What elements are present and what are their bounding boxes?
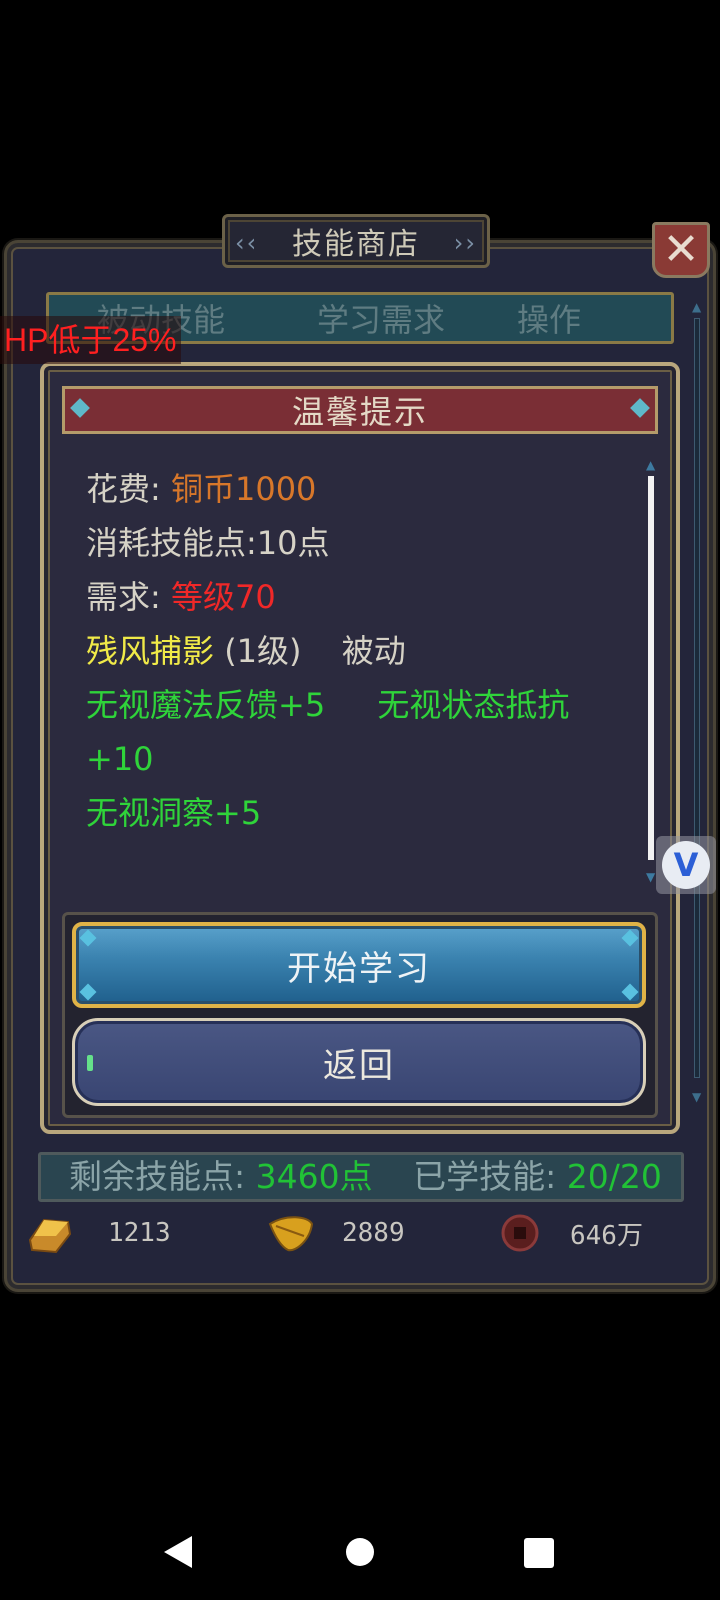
learned-skills-label: 已学技能: <box>413 1157 557 1196</box>
diamond-icon <box>630 398 650 418</box>
scroll-up-icon: ▲ <box>692 300 702 314</box>
skill-type: 被动 <box>341 632 406 670</box>
back-button[interactable]: 返回 <box>72 1018 646 1106</box>
info-scrollbar[interactable]: ▲ ▼ <box>646 458 656 884</box>
close-icon: ✕ <box>662 224 700 275</box>
android-nav-bar <box>164 1536 554 1568</box>
shop-scroll-track <box>694 318 700 1078</box>
shop-title: 技能商店 <box>292 227 420 262</box>
start-learning-label: 开始学习 <box>287 948 431 989</box>
leaf-value: 2889 <box>342 1218 405 1248</box>
hp-warning-label: HP低于25% <box>0 316 181 364</box>
chevron-left-icon: ‹‹ <box>235 229 259 257</box>
consume-text: 消耗技能点:10点 <box>86 524 330 562</box>
skill-info: 花费: 铜币1000 消耗技能点:10点 需求: 等级70 残风捕影 (1级) … <box>86 462 646 840</box>
skill-name-line: 残风捕影 (1级) 被动 <box>86 624 646 678</box>
cost-label: 花费: <box>86 470 161 508</box>
requirement-line: 需求: 等级70 <box>86 570 646 624</box>
recents-nav-icon[interactable] <box>524 1538 554 1568</box>
requirement-label: 需求: <box>86 578 161 616</box>
learned-skills-value: 20/20 <box>566 1157 662 1196</box>
skill-points-status: 剩余技能点: 3460点 已学技能: 20/20 <box>38 1152 684 1202</box>
back-label: 返回 <box>323 1045 395 1086</box>
effect-status-resist: 无视状态抵抗 <box>377 686 570 724</box>
corner-gem-icon <box>79 929 97 947</box>
effect-line-cont: +10 <box>86 732 646 786</box>
header-col-requirement: 学习需求 <box>317 301 446 339</box>
diamond-icon <box>70 398 90 418</box>
scroll-down-icon: ▼ <box>646 870 656 884</box>
coin-icon <box>501 1214 539 1252</box>
header-col-action: 操作 <box>517 301 582 339</box>
floating-assistant-button[interactable]: V <box>656 836 716 894</box>
skill-level: (1级) <box>224 632 302 670</box>
coin-value: 646万 <box>570 1220 643 1251</box>
effect-insight: 无视洞察+5 <box>86 794 262 832</box>
scroll-down-icon: ▼ <box>692 1090 702 1104</box>
gold-value: 1213 <box>108 1218 171 1248</box>
corner-gem-icon <box>621 983 639 1001</box>
shop-title-plate: ‹‹ 技能商店 ›› <box>222 214 490 268</box>
shop-scrollbar[interactable]: ▲ ▼ <box>692 300 702 1112</box>
currency-leaf: 2889 <box>266 1210 405 1256</box>
consume-line: 消耗技能点:10点 <box>86 516 646 570</box>
currency-gold: 1213 <box>24 1210 171 1256</box>
back-nav-icon[interactable] <box>164 1536 192 1568</box>
effect-line-3: 无视洞察+5 <box>86 786 646 840</box>
skill-name: 残风捕影 <box>86 632 215 670</box>
info-scroll-thumb[interactable] <box>648 476 654 860</box>
dialog-title-bar: 温馨提示 <box>62 386 658 434</box>
scroll-up-icon: ▲ <box>646 458 656 472</box>
leaf-icon <box>268 1216 314 1252</box>
home-nav-icon[interactable] <box>346 1538 374 1566</box>
corner-gem-icon <box>79 983 97 1001</box>
close-button[interactable]: ✕ <box>652 222 710 278</box>
effect-magic-feedback: 无视魔法反馈+5 <box>86 686 326 724</box>
v-logo-icon: V <box>662 841 710 889</box>
effect-line: 无视魔法反馈+5 无视状态抵抗 <box>86 678 646 732</box>
gold-bar-icon <box>28 1218 72 1254</box>
requirement-value: 等级70 <box>170 578 276 616</box>
start-learning-button[interactable]: 开始学习 <box>72 922 646 1008</box>
corner-gem-icon <box>621 929 639 947</box>
currency-coin: 646万 <box>500 1210 643 1256</box>
cost-value: 铜币1000 <box>170 470 317 508</box>
chevron-right-icon: ›› <box>453 229 477 257</box>
remaining-points-value: 3460点 <box>255 1157 373 1196</box>
dialog-title: 温馨提示 <box>291 393 428 431</box>
remaining-points-label: 剩余技能点: <box>69 1157 246 1196</box>
cost-line: 花费: 铜币1000 <box>86 462 646 516</box>
effect-status-resist-value: +10 <box>86 740 154 778</box>
indicator-icon <box>87 1055 93 1071</box>
